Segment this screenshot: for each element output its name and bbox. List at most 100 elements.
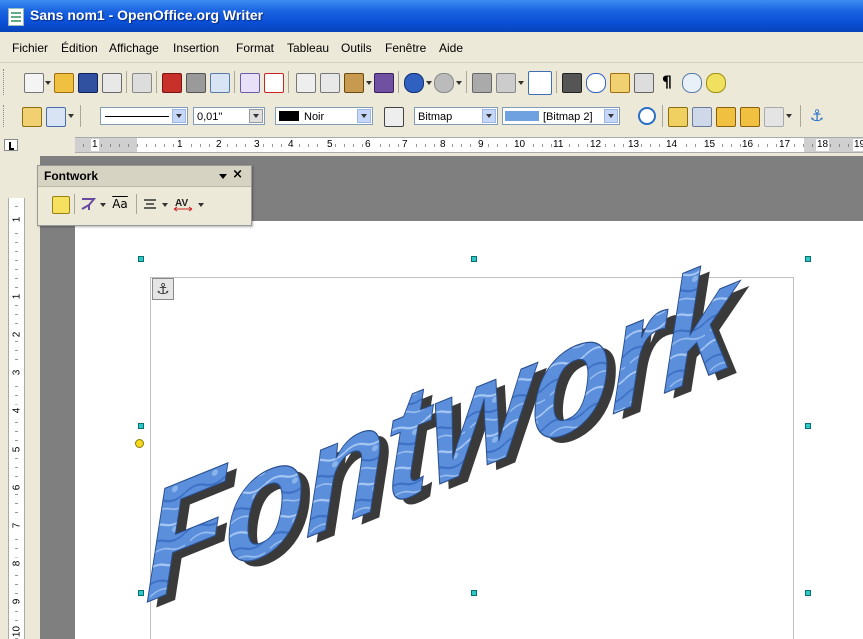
email-icon[interactable] xyxy=(102,73,122,93)
tab-stop-selector[interactable] xyxy=(4,139,18,151)
line-color-dropdown-button[interactable] xyxy=(357,109,371,123)
wrap-icon[interactable] xyxy=(46,107,66,127)
vertical-ruler[interactable]: 1 1 2 3 4 5 6 7 8 9 10 xyxy=(8,198,25,639)
ruler-label: 2 xyxy=(215,139,223,151)
line-width-spin[interactable]: 0,01" xyxy=(193,107,265,125)
selection-handle-sw[interactable] xyxy=(138,590,144,596)
undo-icon[interactable] xyxy=(404,73,424,93)
help-icon[interactable] xyxy=(706,73,726,93)
character-spacing-dropdown-icon[interactable] xyxy=(198,203,204,207)
close-icon[interactable]: × xyxy=(232,167,243,182)
save-icon[interactable] xyxy=(78,73,98,93)
rotate-icon[interactable] xyxy=(638,107,656,125)
area-fill-swatch xyxy=(505,111,539,121)
fontwork-shape-dropdown-icon[interactable] xyxy=(100,203,106,207)
menu-outils[interactable]: Outils xyxy=(341,41,372,55)
find-replace-icon[interactable] xyxy=(562,73,582,93)
character-spacing-icon[interactable]: AV xyxy=(172,196,194,212)
selection-handle-nw[interactable] xyxy=(138,256,144,262)
area-fill-value: [Bitmap 2] xyxy=(543,111,593,123)
open-folder-icon[interactable] xyxy=(54,73,74,93)
fontwork-adjust-handle[interactable] xyxy=(135,439,144,448)
line-style-select[interactable] xyxy=(100,107,188,125)
menu-format[interactable]: Format xyxy=(236,41,274,55)
gallery-icon[interactable] xyxy=(610,73,630,93)
selection-handle-s[interactable] xyxy=(471,590,477,596)
fontwork-shape-icon[interactable] xyxy=(80,196,97,212)
new-dropdown-icon[interactable] xyxy=(45,81,51,85)
area-fill-bucket-icon[interactable] xyxy=(384,107,404,127)
title-bar[interactable]: Sans nom1 - OpenOffice.org Writer xyxy=(0,0,863,32)
selection-handle-ne[interactable] xyxy=(805,256,811,262)
print-icon[interactable] xyxy=(186,73,206,93)
area-style-dropdown-button[interactable] xyxy=(482,109,496,123)
clone-formatting-icon[interactable] xyxy=(374,73,394,93)
send-to-back-icon[interactable] xyxy=(692,107,712,127)
redo-icon[interactable] xyxy=(434,73,454,93)
menu-fenetre[interactable]: Fenêtre xyxy=(385,41,426,55)
new-document-icon[interactable] xyxy=(24,73,44,93)
writer-app-icon xyxy=(8,8,24,26)
fontwork-toolbar-titlebar[interactable]: Fontwork × xyxy=(38,166,251,187)
cut-icon[interactable] xyxy=(296,73,316,93)
paste-dropdown-icon[interactable] xyxy=(366,81,372,85)
toolbar-grip[interactable] xyxy=(3,69,7,95)
toolbar-menu-icon[interactable] xyxy=(219,174,227,179)
ruler-label: 4 xyxy=(287,139,295,151)
redo-dropdown-icon[interactable] xyxy=(456,81,462,85)
horizontal-ruler[interactable]: 1 1 2 3 4 5 6 7 8 9 10 11 12 13 14 15 16… xyxy=(75,137,863,153)
ruler-label: 6 xyxy=(364,139,372,151)
table-dropdown-icon[interactable] xyxy=(518,81,524,85)
area-style-select[interactable]: Bitmap xyxy=(414,107,498,125)
selection-handle-w[interactable] xyxy=(138,423,144,429)
to-foreground-icon[interactable] xyxy=(716,107,736,127)
edit-file-icon[interactable] xyxy=(132,73,152,93)
menu-aide[interactable]: Aide xyxy=(439,41,463,55)
print-preview-icon[interactable] xyxy=(210,73,230,93)
selection-handle-n[interactable] xyxy=(471,256,477,262)
show-draw-functions-icon[interactable] xyxy=(528,71,552,95)
menu-affichage[interactable]: Affichage xyxy=(109,41,159,55)
fontwork-alignment-icon[interactable] xyxy=(142,196,158,212)
ruler-label: 1 xyxy=(11,290,23,303)
line-width-spin-button[interactable] xyxy=(249,109,263,123)
alignment-icon[interactable] xyxy=(764,107,784,127)
table-icon[interactable] xyxy=(496,73,516,93)
paste-icon[interactable] xyxy=(344,73,364,93)
hyperlink-icon[interactable] xyxy=(472,73,492,93)
data-sources-icon[interactable] xyxy=(634,73,654,93)
fontwork-object[interactable]: Fontwork Fontwork xyxy=(75,221,863,639)
line-style-sample xyxy=(105,116,169,117)
autospellcheck-icon[interactable] xyxy=(264,73,284,93)
fontwork-alignment-dropdown-icon[interactable] xyxy=(162,203,168,207)
selection-handle-e[interactable] xyxy=(805,423,811,429)
wrap-dropdown-icon[interactable] xyxy=(68,114,74,118)
pilcrow-icon[interactable]: ¶ xyxy=(658,73,676,91)
area-fill-select[interactable]: [Bitmap 2] xyxy=(502,107,620,125)
fontwork-toolbar: Fontwork × Aa AV xyxy=(37,165,252,226)
bring-to-front-icon[interactable] xyxy=(668,107,688,127)
alignment-dropdown-icon[interactable] xyxy=(786,114,792,118)
menu-insertion[interactable]: Insertion xyxy=(173,41,219,55)
navigator-icon[interactable] xyxy=(586,73,606,93)
selection-handle-se[interactable] xyxy=(805,590,811,596)
ruler-label: 9 xyxy=(477,139,485,151)
line-style-dropdown-button[interactable] xyxy=(172,109,186,123)
fontwork-gallery-icon[interactable] xyxy=(52,196,70,214)
line-color-select[interactable]: Noir xyxy=(275,107,373,125)
anchor-icon[interactable]: ⚓ xyxy=(808,107,826,125)
copy-icon[interactable] xyxy=(320,73,340,93)
menu-edition[interactable]: Édition xyxy=(61,41,98,55)
menu-fichier[interactable]: Fichier xyxy=(12,41,48,55)
spellcheck-icon[interactable] xyxy=(240,73,260,93)
menu-tableau[interactable]: Tableau xyxy=(287,41,329,55)
ruler-label: 14 xyxy=(665,139,679,151)
same-letter-heights-icon[interactable]: Aa xyxy=(110,196,130,212)
to-background-icon[interactable] xyxy=(740,107,760,127)
zoom-icon[interactable] xyxy=(682,73,702,93)
area-fill-dropdown-button[interactable] xyxy=(604,109,618,123)
export-pdf-icon[interactable] xyxy=(162,73,182,93)
undo-dropdown-icon[interactable] xyxy=(426,81,432,85)
anchor-change-icon[interactable] xyxy=(22,107,42,127)
toolbar-grip[interactable] xyxy=(3,105,7,127)
